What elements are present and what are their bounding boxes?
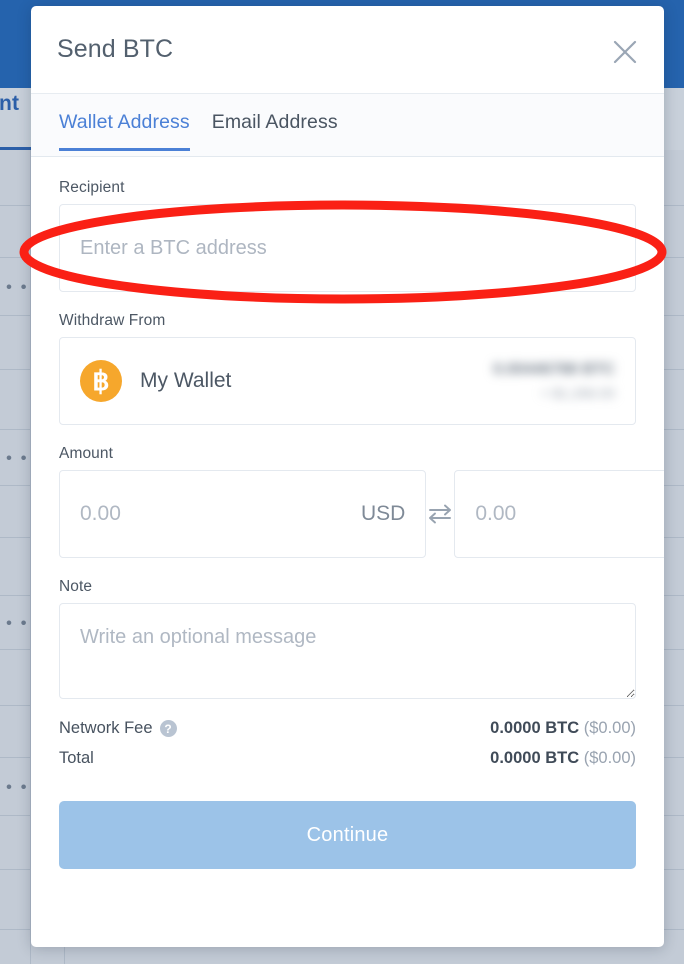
swap-arrows-icon[interactable] (426, 502, 454, 526)
total-label-wrap: Total (59, 749, 94, 768)
amount-label: Amount (59, 445, 114, 462)
amount-crypto-input[interactable] (475, 502, 664, 526)
withdraw-from-label: Withdraw From (59, 312, 166, 329)
fee-summary: Network Fee ? 0.0000 BTC ($0.00) Total 0… (59, 719, 636, 768)
withdraw-from-field-group: Withdraw From ฿ My Wallet 0.00446788 BTC… (59, 312, 636, 425)
continue-button[interactable]: Continue (59, 801, 636, 869)
network-fee-label: Network Fee (59, 719, 153, 737)
modal-tabs: Wallet Address Email Address (31, 93, 664, 157)
tab-email-address[interactable]: Email Address (212, 94, 338, 134)
recipient-label: Recipient (59, 179, 125, 196)
send-btc-modal: Send BTC Wallet Address Email Address Re… (31, 6, 664, 947)
modal-body: Recipient Withdraw From ฿ My Wallet 0.00… (31, 157, 664, 869)
amount-field-group: Amount USD BTC (59, 445, 664, 558)
modal-header: Send BTC (31, 6, 664, 93)
recipient-input[interactable] (59, 204, 636, 292)
total-label: Total (59, 749, 94, 767)
amount-crypto-field[interactable]: BTC (454, 470, 664, 558)
note-textarea[interactable] (59, 603, 636, 699)
bitcoin-icon: ฿ (80, 360, 122, 402)
total-value-wrap: 0.0000 BTC ($0.00) (490, 749, 636, 768)
network-fee-usd: ($0.00) (583, 719, 636, 737)
total-usd: ($0.00) (583, 749, 636, 767)
wallet-name: My Wallet (140, 369, 232, 392)
help-icon[interactable]: ? (159, 720, 177, 737)
note-label: Note (59, 578, 93, 595)
amount-fiat-field[interactable]: USD (59, 470, 427, 558)
amount-row: USD BTC (59, 470, 664, 558)
network-fee-value-wrap: 0.0000 BTC ($0.00) (490, 719, 636, 738)
wallet-balance-primary: 0.00446788 BTC (493, 361, 615, 378)
page-title: Send BTC (57, 35, 174, 63)
wallet-balance: 0.00446788 BTC ≈ $1,266.00 (493, 361, 615, 401)
wallet-balance-secondary: ≈ $1,266.00 (541, 385, 615, 401)
total-row: Total 0.0000 BTC ($0.00) (59, 749, 636, 768)
wallet-selector[interactable]: ฿ My Wallet 0.00446788 BTC ≈ $1,266.00 (59, 337, 636, 425)
note-field-group: Note (59, 578, 636, 699)
close-icon[interactable] (606, 33, 644, 71)
amount-fiat-input[interactable] (80, 502, 351, 526)
network-fee-row: Network Fee ? 0.0000 BTC ($0.00) (59, 719, 636, 738)
screen: unt • • •• • •• • •• • • Send BTC Wallet… (0, 0, 684, 964)
network-fee-label-wrap: Network Fee ? (59, 719, 177, 738)
background-active-tab-label[interactable]: unt (0, 92, 19, 116)
total-value: 0.0000 BTC (490, 749, 580, 767)
network-fee-value: 0.0000 BTC (490, 719, 580, 737)
recipient-field-group: Recipient (59, 179, 636, 292)
tab-wallet-address[interactable]: Wallet Address (59, 94, 190, 151)
amount-fiat-currency: USD (361, 502, 406, 525)
